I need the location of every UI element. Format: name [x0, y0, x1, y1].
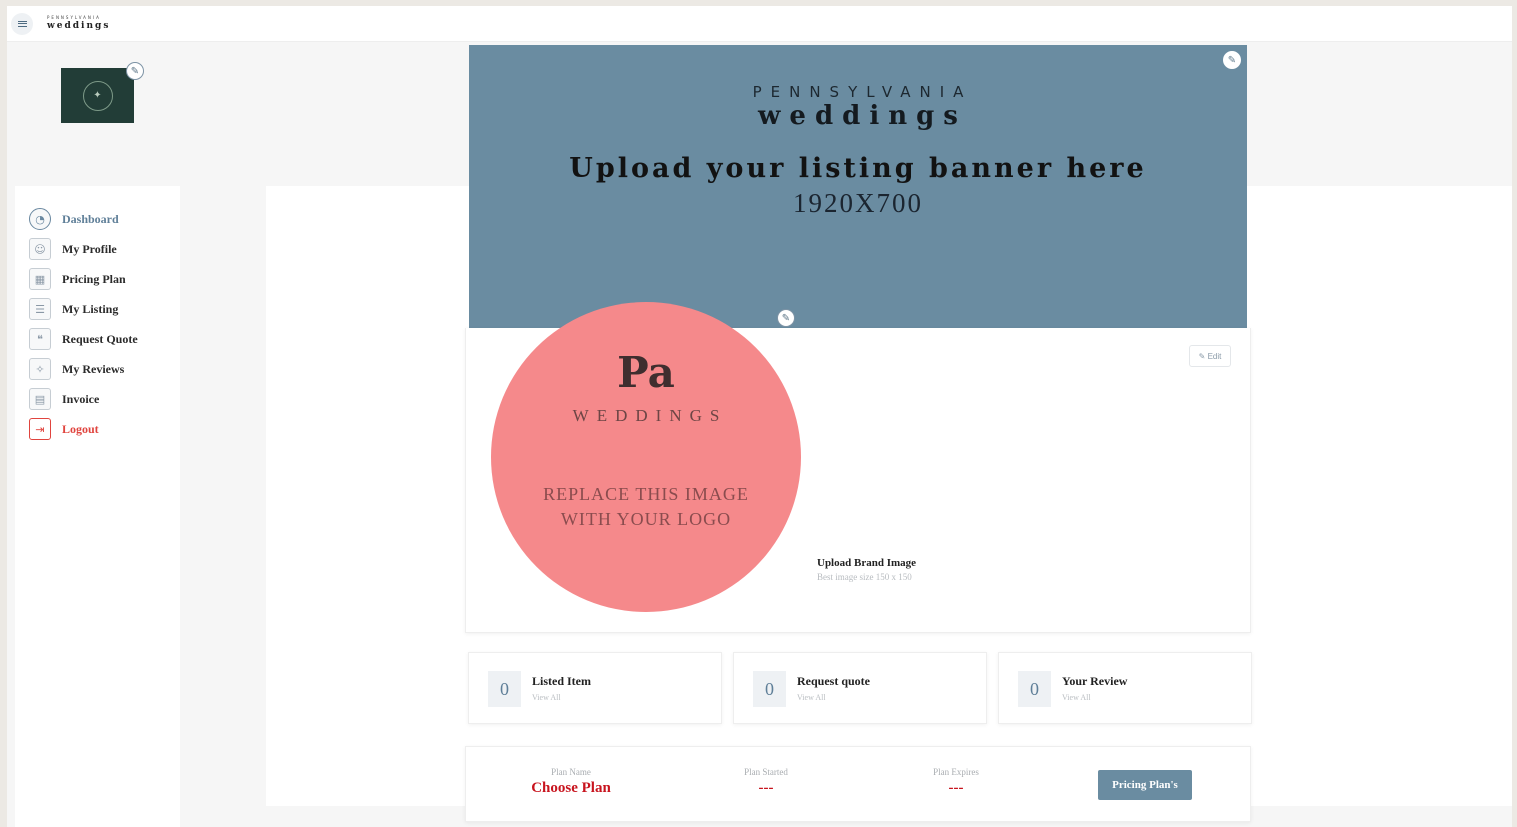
- profile-logo-thumbnail[interactable]: ✦: [61, 68, 134, 123]
- pricing-plans-button[interactable]: Pricing Plan's: [1098, 770, 1192, 800]
- top-bar: PENNSYLVANIA weddings: [7, 6, 1512, 42]
- banner-size-text: 1920X700: [793, 188, 923, 218]
- plan-expires-value: ---: [948, 780, 964, 796]
- brand-small-text: PENNSYLVANIA: [47, 15, 101, 20]
- stat-label: Request quote: [797, 674, 871, 688]
- banner-upload-text: Upload your listing banner here: [569, 153, 1147, 184]
- sidebar-item-logout[interactable]: ⇥ Logout: [29, 417, 99, 441]
- view-all-link[interactable]: View All: [532, 693, 561, 702]
- hamburger-icon[interactable]: [11, 13, 33, 35]
- crest-icon: ✦: [82, 80, 113, 111]
- sidebar-item-my-listing[interactable]: ☰ My Listing: [29, 297, 118, 321]
- pencil-icon[interactable]: ✎: [1223, 51, 1241, 69]
- upload-brand-title: Upload Brand Image: [817, 557, 917, 569]
- profile-icon: ☺: [29, 238, 51, 260]
- logo-weddings-text: WEDDINGS: [572, 406, 728, 425]
- pencil-icon[interactable]: ✎: [777, 309, 795, 327]
- sidebar-item-label: My Reviews: [62, 361, 125, 376]
- upload-brand-hint: Best image size 150 x 150: [817, 572, 912, 582]
- sidebar-item-dashboard[interactable]: ◔ Dashboard: [29, 207, 119, 231]
- sidebar-item-pricing-plan[interactable]: ▦ Pricing Plan: [29, 267, 126, 291]
- logo-replace-line-2: WITH YOUR LOGO: [560, 509, 732, 529]
- stat-count: 0: [488, 671, 521, 707]
- sidebar-item-invoice[interactable]: ▤ Invoice: [29, 387, 99, 411]
- reviews-icon: ✧: [29, 358, 51, 380]
- banner-brand-text: weddings: [758, 101, 967, 131]
- view-all-link[interactable]: View All: [1062, 693, 1091, 702]
- banner-state-text: PENNSYLVANIA: [752, 83, 973, 101]
- plan-name-col: Plan Name Choose Plan: [526, 767, 616, 797]
- edit-button[interactable]: ✎ Edit: [1189, 345, 1231, 367]
- sidebar-item-request-quote[interactable]: ❝ Request Quote: [29, 327, 138, 351]
- stat-count: 0: [1018, 671, 1051, 707]
- upload-brand-image: Upload Brand Image Best image size 150 x…: [817, 557, 916, 582]
- dashboard-gauge-icon: ◔: [29, 208, 51, 230]
- sidebar-item-label: Logout: [62, 421, 99, 436]
- sidebar-item-my-reviews[interactable]: ✧ My Reviews: [29, 357, 124, 381]
- pencil-icon[interactable]: ✎: [126, 62, 144, 80]
- plan-expires-col: Plan Expires ---: [916, 767, 996, 797]
- plan-summary: Plan Name Choose Plan Plan Started --- P…: [465, 746, 1251, 822]
- plan-started-header: Plan Started: [744, 767, 788, 777]
- sidebar-item-label: My Listing: [62, 301, 119, 316]
- sidebar-item-label: My Profile: [62, 241, 117, 256]
- plan-name-value: Choose Plan: [531, 780, 611, 796]
- invoice-icon: ▤: [29, 388, 51, 410]
- stat-label: Listed Item: [532, 674, 591, 688]
- logo-monogram: Pa: [617, 348, 675, 397]
- quote-icon: ❝: [29, 328, 51, 350]
- stat-card-request-quote: 0 Request quote View All: [733, 652, 987, 724]
- plan-expires-header: Plan Expires: [933, 767, 979, 777]
- view-all-link[interactable]: View All: [797, 693, 826, 702]
- logo-replace-line-1: REPLACE THIS IMAGE: [543, 484, 749, 504]
- stat-label: Your Review: [1062, 674, 1128, 688]
- sidebar-item-label: Invoice: [62, 391, 100, 406]
- plan-started-col: Plan Started ---: [726, 767, 806, 797]
- pricing-table-icon: ▦: [29, 268, 51, 290]
- listing-banner[interactable]: PENNSYLVANIA weddings Upload your listin…: [469, 45, 1247, 328]
- sidebar-item-my-profile[interactable]: ☺ My Profile: [29, 237, 117, 261]
- stat-count: 0: [753, 671, 786, 707]
- sidebar-item-label: Request Quote: [62, 331, 138, 346]
- header-brand-logo[interactable]: PENNSYLVANIA weddings: [47, 15, 110, 31]
- app-frame: PENNSYLVANIA weddings ✦ ✎ ◔ Dashboard ☺ …: [7, 6, 1512, 827]
- brand-big-text: weddings: [47, 21, 111, 31]
- brand-logo-image[interactable]: Pa WEDDINGS REPLACE THIS IMAGE WITH YOUR…: [491, 302, 801, 612]
- plan-started-value: ---: [758, 780, 774, 796]
- sidebar: ◔ Dashboard ☺ My Profile ▦ Pricing Plan …: [15, 186, 180, 827]
- sidebar-item-label: Dashboard: [62, 211, 119, 226]
- stat-card-your-review: 0 Your Review View All: [998, 652, 1252, 724]
- stat-card-listed-item: 0 Listed Item View All: [468, 652, 722, 724]
- logout-icon: ⇥: [29, 418, 51, 440]
- plan-name-header: Plan Name: [551, 767, 591, 777]
- sidebar-item-label: Pricing Plan: [62, 271, 126, 286]
- listing-icon: ☰: [29, 298, 51, 320]
